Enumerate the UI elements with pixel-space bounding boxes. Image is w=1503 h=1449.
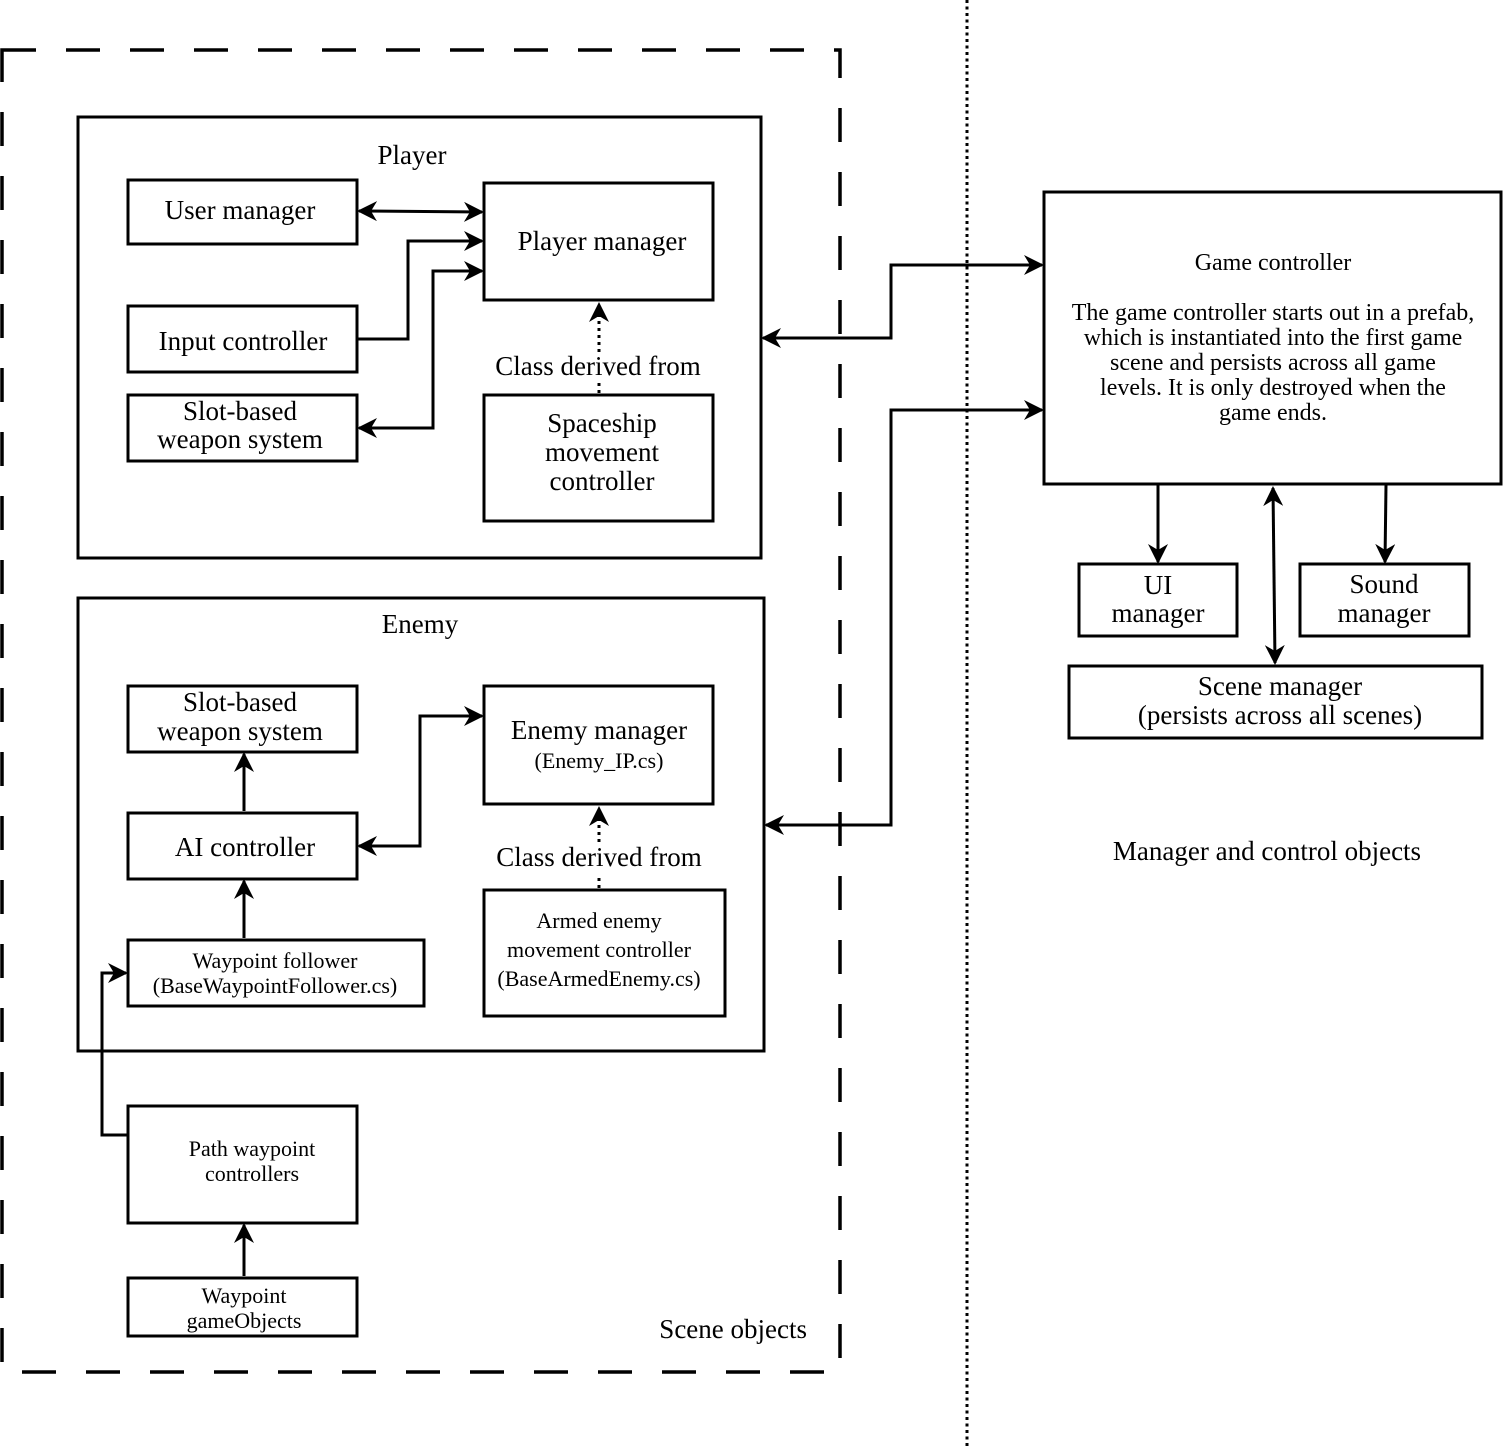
game-scene-manager-arrow	[1263, 486, 1285, 665]
player-weapon-label-line1: Slot-based	[183, 396, 297, 426]
armed-enemy-label-line1: Armed enemy	[536, 908, 661, 933]
game-controller-desc-line3: scene and persists across all game	[1110, 350, 1436, 376]
ai-enemy-manager-arrow	[357, 706, 484, 856]
enemy-weapon-label-line1: Slot-based	[183, 687, 297, 717]
enemy-class-derived-label: Class derived from	[496, 842, 701, 872]
game-controller-desc-line4: levels. It is only destroyed when the	[1100, 375, 1446, 401]
waypoint-follower-label-line2: (BaseWaypointFollower.cs)	[153, 973, 397, 998]
scene-manager-box: Scene manager (persists across all scene…	[1067, 664, 1484, 740]
game-controller-desc-line2: which is instantiated into the first gam…	[1084, 325, 1463, 351]
player-class-derived-label: Class derived from	[495, 351, 700, 381]
game-to-sound-arrow	[1375, 484, 1396, 564]
game-controller-box: Game controller The game controller star…	[1042, 190, 1503, 486]
game-controller-desc-line1: The game controller starts out in a pref…	[1072, 300, 1475, 326]
ui-manager-label-line2: manager	[1112, 598, 1205, 628]
enemy-manager-label-line1: Enemy manager	[511, 715, 687, 745]
scene-manager-label-line1: Scene manager	[1198, 671, 1362, 701]
player-manager-label: Player manager	[518, 226, 687, 256]
enemy-manager-label-line2: (Enemy_IP.cs)	[535, 748, 664, 773]
sound-manager-label-line2: manager	[1338, 598, 1431, 628]
spaceship-label-line3: controller	[550, 466, 655, 496]
user-manager-box: User manager	[126, 178, 359, 246]
ai-controller-box: AI controller	[126, 811, 359, 881]
waypoint-objects-label-line2: gameObjects	[187, 1308, 302, 1333]
player-game-controller-arrow	[761, 255, 1044, 348]
waypoint-follower-box: Waypoint follower (BaseWaypointFollower.…	[126, 938, 426, 1008]
user-to-player-manager-arrow	[357, 201, 484, 222]
ai-controller-label: AI controller	[175, 832, 315, 862]
spaceship-controller-box: Spaceship movement controller	[482, 393, 715, 523]
player-weapon-label-line2: weapon system	[157, 424, 323, 454]
path-waypoint-controllers-box: Path waypoint controllers	[126, 1104, 359, 1225]
player-manager-box: Player manager	[482, 181, 715, 302]
path-controllers-label-line1: Path waypoint	[189, 1136, 316, 1161]
spaceship-label-line2: movement	[545, 437, 659, 467]
input-controller-box: Input controller	[126, 304, 359, 374]
armed-enemy-label-line2: movement controller	[507, 937, 692, 962]
path-controllers-label-line2: controllers	[205, 1161, 299, 1186]
ui-manager-box: UI manager	[1077, 562, 1239, 638]
waypoint-objects-label-line1: Waypoint	[202, 1283, 287, 1308]
sound-manager-box: Sound manager	[1298, 562, 1471, 638]
waypoint-follower-label-line1: Waypoint follower	[192, 948, 358, 973]
player-title: Player	[378, 140, 447, 170]
architecture-diagram: Player User manager Input controller Slo…	[0, 0, 1503, 1449]
enemy-game-controller-arrow	[764, 400, 1044, 835]
user-manager-label: User manager	[165, 195, 316, 225]
armed-enemy-label-line3: (BaseArmedEnemy.cs)	[497, 966, 700, 991]
path-to-follower-arrow	[100, 963, 128, 1137]
input-to-player-manager-arrow	[357, 231, 484, 341]
enemy-title: Enemy	[382, 609, 459, 639]
enemy-weapon-label-line2: weapon system	[157, 716, 323, 746]
player-manager-weapon-arrow	[357, 261, 484, 438]
scene-manager-label-line2: (persists across all scenes)	[1138, 700, 1422, 730]
manager-objects-label: Manager and control objects	[1113, 836, 1421, 866]
spaceship-label-line1: Spaceship	[547, 408, 656, 438]
game-controller-desc-line5: game ends.	[1219, 400, 1327, 426]
armed-enemy-controller-box: Armed enemy movement controller (BaseArm…	[482, 888, 727, 1018]
input-controller-label: Input controller	[159, 326, 328, 356]
enemy-weapon-system-box: Slot-based weapon system	[126, 684, 359, 754]
ui-manager-label-line1: UI	[1144, 570, 1173, 600]
enemy-manager-box: Enemy manager (Enemy_IP.cs)	[482, 684, 715, 806]
scene-objects-label: Scene objects	[659, 1314, 807, 1344]
sound-manager-label-line1: Sound	[1349, 569, 1419, 599]
waypoint-gameobjects-box: Waypoint gameObjects	[126, 1276, 359, 1338]
game-controller-title: Game controller	[1195, 250, 1352, 276]
player-weapon-system-box: Slot-based weapon system	[126, 393, 359, 463]
